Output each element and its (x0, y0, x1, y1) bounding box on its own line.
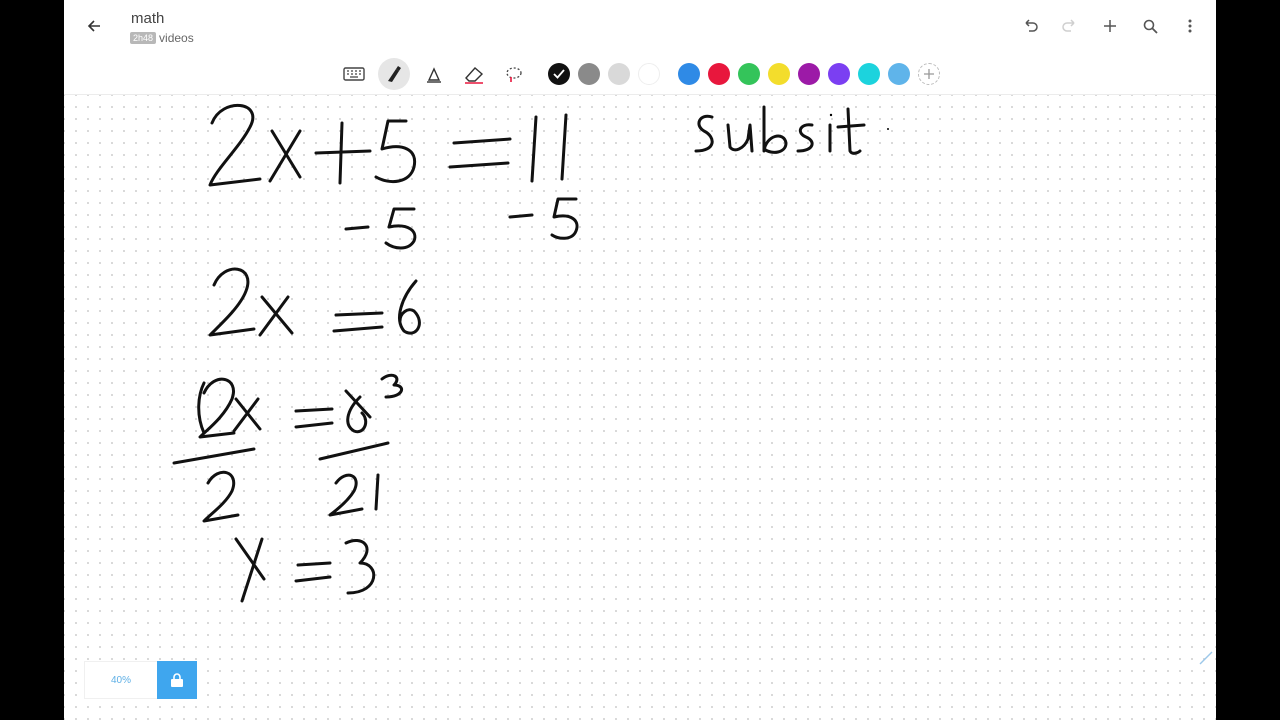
notebook-title: math (131, 10, 165, 27)
lock-button[interactable] (157, 661, 197, 699)
color-swatch[interactable] (738, 63, 760, 85)
handwriting-line-5 (234, 537, 376, 603)
add-page-button[interactable] (1094, 12, 1126, 40)
handwriting-line-1 (208, 104, 568, 187)
handwriting-line-3 (208, 267, 421, 337)
redo-icon (1062, 19, 1075, 32)
keyboard-tool[interactable] (338, 58, 370, 90)
search-button[interactable] (1134, 12, 1166, 40)
top-bar: math 2h48 videos (64, 0, 1216, 52)
back-button[interactable] (80, 12, 108, 40)
plus-icon (1104, 20, 1116, 32)
lasso-tool[interactable] (498, 58, 530, 90)
more-vert-icon (1188, 19, 1192, 33)
notebook-subtitle: 2h48 videos (130, 31, 194, 45)
pen-icon (388, 66, 401, 82)
color-swatch[interactable] (708, 63, 730, 85)
lock-icon (171, 673, 183, 687)
eraser-icon (465, 67, 484, 84)
arrow-left-icon (87, 20, 100, 32)
color-swatch[interactable] (828, 63, 850, 85)
color-palette (548, 63, 918, 85)
handwriting-note (694, 105, 889, 155)
undo-icon (1025, 19, 1038, 32)
duration-badge: 2h48 (130, 32, 157, 44)
color-swatch[interactable] (888, 63, 910, 85)
handwriting-line-4 (172, 373, 403, 523)
color-swatch[interactable] (768, 63, 790, 85)
writing-canvas[interactable] (64, 95, 1216, 720)
drawing-toolbar (338, 58, 948, 90)
highlighter-icon (427, 67, 441, 83)
top-actions (1014, 12, 1206, 40)
keyboard-icon (343, 67, 365, 81)
whiteboard-app: math 2h48 videos 40% (64, 0, 1216, 720)
handwriting-strokes (172, 104, 889, 603)
color-swatch[interactable] (678, 63, 700, 85)
eraser-tool[interactable] (458, 58, 490, 90)
color-swatch[interactable] (798, 63, 820, 85)
handwriting-line-2 (344, 197, 579, 250)
redo-button[interactable] (1054, 12, 1086, 40)
more-button[interactable] (1174, 12, 1206, 40)
subtitle-label: videos (159, 31, 194, 45)
add-color-button[interactable] (918, 63, 940, 85)
color-swatch[interactable] (858, 63, 880, 85)
color-swatch[interactable] (548, 63, 570, 85)
check-icon (553, 69, 565, 79)
highlighter-tool[interactable] (418, 58, 450, 90)
pen-tool[interactable] (378, 58, 410, 90)
resize-corner-icon (1199, 651, 1213, 665)
search-icon (1143, 19, 1158, 34)
undo-button[interactable] (1014, 12, 1046, 40)
zoom-indicator[interactable]: 40% (84, 661, 158, 699)
color-swatch[interactable] (578, 63, 600, 85)
plus-icon (924, 69, 934, 79)
color-swatch[interactable] (638, 63, 660, 85)
color-swatch[interactable] (608, 63, 630, 85)
lasso-icon (506, 67, 522, 82)
resize-handle[interactable] (1196, 648, 1214, 666)
